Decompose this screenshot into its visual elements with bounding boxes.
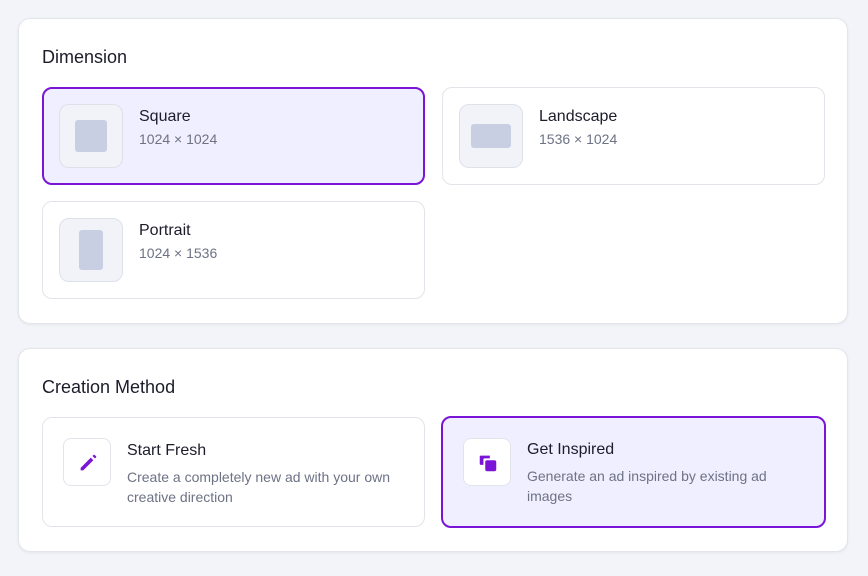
dimension-panel: Dimension Square 1024 × 1024 Landscape 1…: [18, 18, 848, 324]
dimension-option-label: Landscape: [539, 108, 618, 125]
square-preview-icon: [59, 104, 123, 168]
landscape-preview-icon: [459, 104, 523, 168]
landscape-shape: [471, 124, 511, 148]
method-option-label: Get Inspired: [527, 441, 615, 458]
creation-method-title: Creation Method: [42, 377, 176, 397]
method-option-label: Start Fresh: [127, 442, 207, 459]
method-option-start-fresh[interactable]: Start Fresh Create a completely new ad w…: [42, 417, 425, 527]
copy-icon-box: [463, 438, 511, 486]
method-option-description: Generate an ad inspired by existing ad i…: [527, 468, 767, 504]
dimension-option-size: 1024 × 1536: [139, 245, 218, 261]
dimension-option-landscape[interactable]: Landscape 1536 × 1024: [442, 87, 825, 185]
creation-method-panel: Creation Method Start Fresh Create a com…: [18, 348, 848, 552]
dimension-option-size: 1024 × 1024: [139, 131, 218, 147]
copy-icon: [479, 455, 497, 472]
dimension-option-size: 1536 × 1024: [539, 131, 618, 147]
portrait-shape: [79, 230, 103, 270]
portrait-preview-icon: [59, 218, 123, 282]
method-option-get-inspired[interactable]: Get Inspired Generate an ad inspired by …: [441, 416, 826, 528]
method-option-description: Create a completely new ad with your own…: [127, 469, 391, 505]
pencil-icon-box: [63, 438, 111, 486]
pencil-icon: [80, 454, 97, 471]
dimension-option-label: Square: [139, 108, 191, 125]
dimension-option-square[interactable]: Square 1024 × 1024: [42, 87, 425, 185]
dimension-option-label: Portrait: [139, 222, 191, 239]
dimension-option-portrait[interactable]: Portrait 1024 × 1536: [42, 201, 425, 299]
square-shape: [75, 120, 107, 152]
dimension-title: Dimension: [42, 47, 128, 67]
